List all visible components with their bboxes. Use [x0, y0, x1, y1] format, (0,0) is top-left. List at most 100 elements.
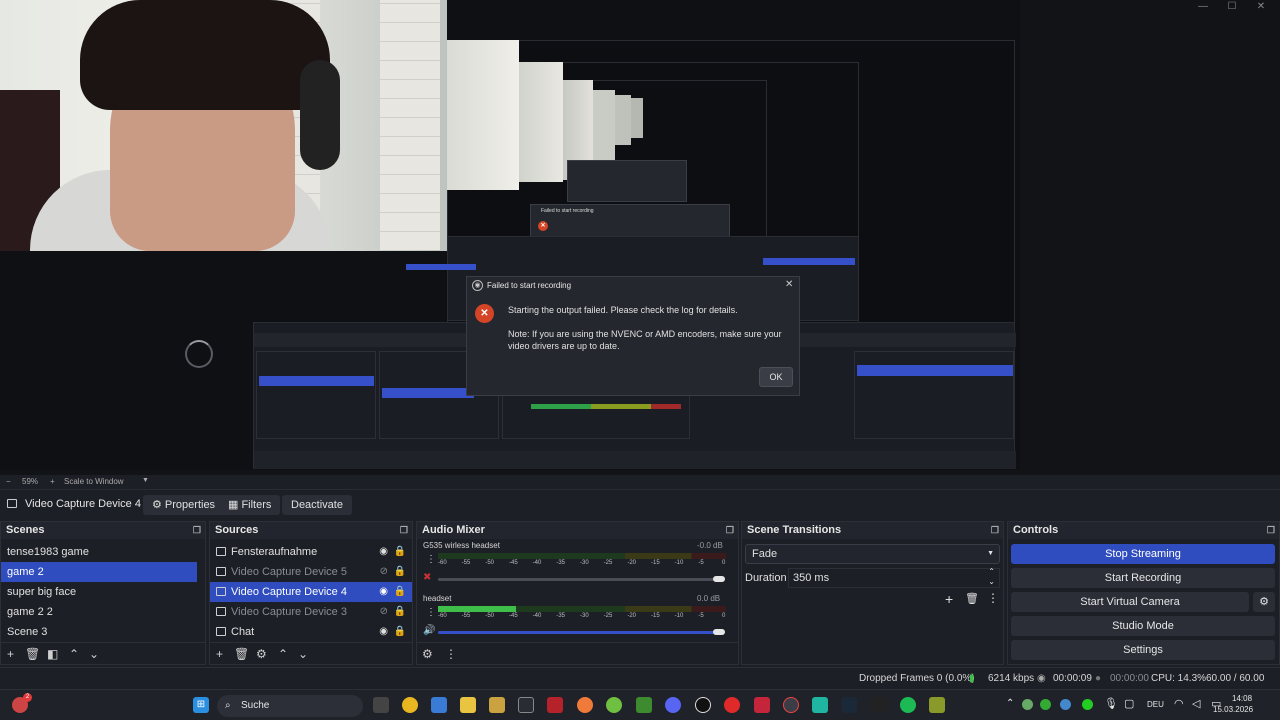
app-icon[interactable]: [724, 697, 740, 713]
volume-slider[interactable]: [438, 629, 725, 635]
clock-date[interactable]: 15.03.2026: [1213, 705, 1253, 714]
scene-item[interactable]: game 2 2: [1, 602, 205, 622]
app-icon[interactable]: [547, 697, 563, 713]
duration-field[interactable]: 350 ms ⌃ ⌄: [788, 567, 1000, 588]
chrome-icon[interactable]: [402, 697, 418, 713]
lock-icon[interactable]: 🔒: [394, 622, 406, 642]
app-icon[interactable]: [929, 697, 945, 713]
remove-source-icon[interactable]: 🗑: [234, 643, 249, 665]
stepper-icon[interactable]: ⌃ ⌄: [988, 567, 995, 587]
preview-canvas[interactable]: ✕ Failed to start recording ◉ Failed to …: [0, 0, 1020, 470]
app-icon[interactable]: [695, 697, 711, 713]
tray-app-icon[interactable]: [1022, 699, 1033, 710]
obs-icon[interactable]: [783, 697, 799, 713]
scene-item[interactable]: tense1983 game: [1, 542, 205, 562]
undock-icon[interactable]: ❐: [400, 522, 408, 539]
eye-icon[interactable]: ◉: [379, 622, 388, 642]
app-icon[interactable]: [518, 697, 534, 713]
lock-icon[interactable]: 🔒: [394, 542, 406, 562]
lock-icon[interactable]: 🔒: [394, 562, 406, 582]
add-source-icon[interactable]: +: [216, 643, 223, 665]
undock-icon[interactable]: ❐: [1267, 522, 1275, 539]
app-icon[interactable]: [606, 697, 622, 713]
stop-streaming-button[interactable]: Stop Streaming: [1011, 544, 1275, 564]
zoom-in-icon[interactable]: +: [50, 477, 55, 486]
folder-icon[interactable]: [460, 697, 476, 713]
wifi-icon[interactable]: ◠: [1174, 697, 1184, 710]
muted-speaker-icon[interactable]: ✖: [423, 572, 431, 583]
volume-icon[interactable]: ◁: [1192, 697, 1200, 710]
tray-app-icon[interactable]: [1040, 699, 1051, 710]
volume-slider[interactable]: [438, 576, 725, 582]
studio-mode-button[interactable]: Studio Mode: [1011, 616, 1275, 636]
undock-icon[interactable]: ❐: [726, 522, 734, 539]
volume-slider-handle[interactable]: [713, 629, 725, 635]
app-icon[interactable]: [577, 697, 593, 713]
transition-select[interactable]: Fade ▼: [745, 544, 1000, 564]
move-up-icon[interactable]: ⌃: [278, 643, 288, 665]
source-item[interactable]: Fensteraufnahme ◉ 🔒: [210, 542, 412, 562]
steam-icon[interactable]: [841, 697, 857, 713]
channel-menu-icon[interactable]: ⋮: [426, 554, 436, 565]
close-window-button[interactable]: ✕: [1245, 0, 1277, 14]
filters-button[interactable]: ▦ Filters: [219, 495, 281, 515]
source-item[interactable]: Video Capture Device 5 ⊘ 🔒: [210, 562, 412, 582]
lock-icon[interactable]: 🔒: [394, 602, 406, 622]
error-dialog[interactable]: ◉ Failed to start recording ✕ ✕ Starting…: [466, 276, 800, 396]
app-icon[interactable]: [871, 697, 887, 713]
virtual-camera-settings-icon[interactable]: ⚙: [1253, 592, 1275, 612]
minecraft-icon[interactable]: [636, 697, 652, 713]
lock-icon[interactable]: 🔒: [394, 582, 406, 602]
add-transition-icon[interactable]: +: [945, 591, 953, 607]
scale-mode[interactable]: Scale to Window: [64, 477, 124, 486]
move-down-icon[interactable]: ⌄: [298, 643, 308, 665]
dialog-close-button[interactable]: ✕: [785, 279, 793, 290]
move-down-icon[interactable]: ⌄: [89, 643, 99, 665]
channel-menu-icon[interactable]: ⋮: [426, 607, 436, 618]
mixer-menu-icon[interactable]: ⋮: [445, 643, 457, 665]
scene-item[interactable]: game 2: [1, 562, 197, 582]
clock-time[interactable]: 14:08: [1232, 694, 1252, 703]
source-item[interactable]: Video Capture Device 3 ⊘ 🔒: [210, 602, 412, 622]
task-view-icon[interactable]: [373, 697, 389, 713]
transition-menu-icon[interactable]: ⋮: [987, 591, 999, 605]
eye-icon[interactable]: ◉: [379, 582, 388, 602]
deactivate-button[interactable]: Deactivate: [282, 495, 352, 515]
speaker-icon[interactable]: 🔊: [423, 625, 435, 636]
scene-item[interactable]: super big face: [1, 582, 205, 602]
taskbar-search[interactable]: ⌕ Suche: [217, 695, 363, 717]
tray-chevron-icon[interactable]: ⌃: [1006, 698, 1014, 709]
source-properties-icon[interactable]: ⚙: [256, 643, 267, 665]
advanced-audio-icon[interactable]: ⚙: [422, 643, 433, 665]
source-item[interactable]: Chat ◉ 🔒: [210, 622, 412, 642]
tray-app-icon[interactable]: [1060, 699, 1071, 710]
minimize-button[interactable]: —: [1187, 0, 1219, 14]
preview-area[interactable]: ✕ Failed to start recording ◉ Failed to …: [0, 0, 1280, 475]
spotify-icon[interactable]: [900, 697, 916, 713]
start-recording-button[interactable]: Start Recording: [1011, 568, 1275, 588]
volume-slider-handle[interactable]: [713, 576, 725, 582]
source-item[interactable]: Video Capture Device 4 ◉ 🔒: [210, 582, 412, 602]
start-windows-icon[interactable]: ⊞: [193, 697, 209, 713]
dialog-ok-button[interactable]: OK: [759, 367, 793, 387]
properties-button[interactable]: ⚙ Properties: [143, 495, 225, 515]
scene-item[interactable]: Scene 3: [1, 622, 205, 642]
store-icon[interactable]: [489, 697, 505, 713]
add-scene-icon[interactable]: +: [7, 643, 14, 665]
language-indicator[interactable]: DEU: [1147, 700, 1164, 709]
app-icon[interactable]: [754, 697, 770, 713]
scene-filters-icon[interactable]: ◧: [47, 643, 58, 665]
move-up-icon[interactable]: ⌃: [69, 643, 79, 665]
start-virtual-camera-button[interactable]: Start Virtual Camera: [1011, 592, 1249, 612]
app-icon[interactable]: [812, 697, 828, 713]
calculator-icon[interactable]: [431, 697, 447, 713]
zoom-out-icon[interactable]: −: [6, 477, 11, 486]
eye-icon[interactable]: ◉: [379, 542, 388, 562]
eye-hidden-icon[interactable]: ⊘: [380, 562, 388, 582]
undock-icon[interactable]: ❐: [193, 522, 201, 539]
undock-icon[interactable]: ❐: [991, 522, 999, 539]
tray-app-icon[interactable]: ▢: [1124, 697, 1134, 710]
microphone-icon[interactable]: 🎙: [1104, 697, 1118, 710]
remove-transition-icon[interactable]: 🗑: [965, 592, 979, 605]
chevron-down-icon[interactable]: ▼: [142, 477, 149, 484]
